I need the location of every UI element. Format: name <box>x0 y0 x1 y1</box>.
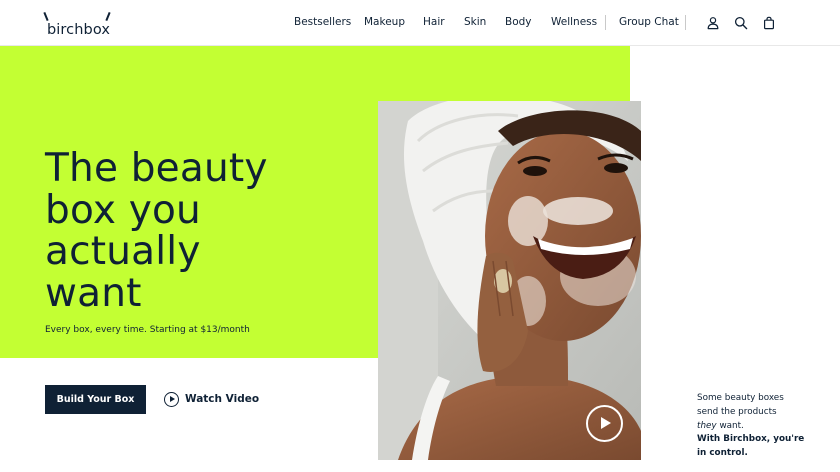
nav-divider <box>605 15 606 30</box>
hero-subline: Every box, every time. Starting at $13/m… <box>45 325 250 335</box>
play-triangle <box>169 395 175 402</box>
side-note: Some beauty boxes send the products they… <box>697 392 817 461</box>
nav-wellness[interactable]: Wellness <box>551 15 597 29</box>
logo-right-mark <box>105 11 111 22</box>
nav-bestsellers[interactable]: Bestsellers <box>294 15 351 29</box>
play-circle-icon <box>164 391 179 407</box>
build-your-box-button[interactable]: Build Your Box <box>45 385 146 414</box>
logo-text: birchbox <box>47 22 111 38</box>
play-icon <box>601 417 611 429</box>
side-note-line: Some beauty boxes <box>697 393 784 403</box>
search-icon-graphic <box>734 16 748 30</box>
nav-makeup[interactable]: Makeup <box>364 15 405 29</box>
account-icon[interactable] <box>706 15 720 30</box>
headline-line: want <box>45 270 142 316</box>
nav-body[interactable]: Body <box>505 15 532 29</box>
nav-hair[interactable]: Hair <box>423 15 445 29</box>
nav-divider <box>685 15 686 30</box>
watch-video-link[interactable]: Watch Video <box>164 391 259 407</box>
nav-skin[interactable]: Skin <box>464 15 486 29</box>
bag-icon[interactable] <box>762 15 776 30</box>
side-note-rest: want. <box>716 420 744 431</box>
side-note-bold-line: With Birchbox, you're <box>697 434 805 445</box>
side-note-line: send the products <box>697 406 777 417</box>
search-icon[interactable] <box>734 15 748 30</box>
bag-icon-graphic <box>763 16 775 30</box>
video-play-button[interactable] <box>586 405 623 442</box>
side-note-line: they want. <box>697 420 817 434</box>
logo-left-mark <box>43 11 49 22</box>
side-note-italic: they <box>697 420 717 431</box>
hero-headline: The beauty box you actually want <box>45 148 345 314</box>
site-header: birchbox Bestsellers Makeup Hair Skin Bo… <box>0 0 840 46</box>
nav-group-chat[interactable]: Group Chat <box>619 15 679 29</box>
headline-line: actually <box>45 229 201 274</box>
side-note-bold-line: in control. <box>697 448 748 459</box>
headline-line: box you <box>45 187 201 233</box>
birchbox-logo[interactable]: birchbox <box>43 11 111 38</box>
account-icon-graphic <box>707 17 719 30</box>
headline-line: The beauty <box>45 146 268 191</box>
watch-video-label: Watch Video <box>185 393 260 405</box>
